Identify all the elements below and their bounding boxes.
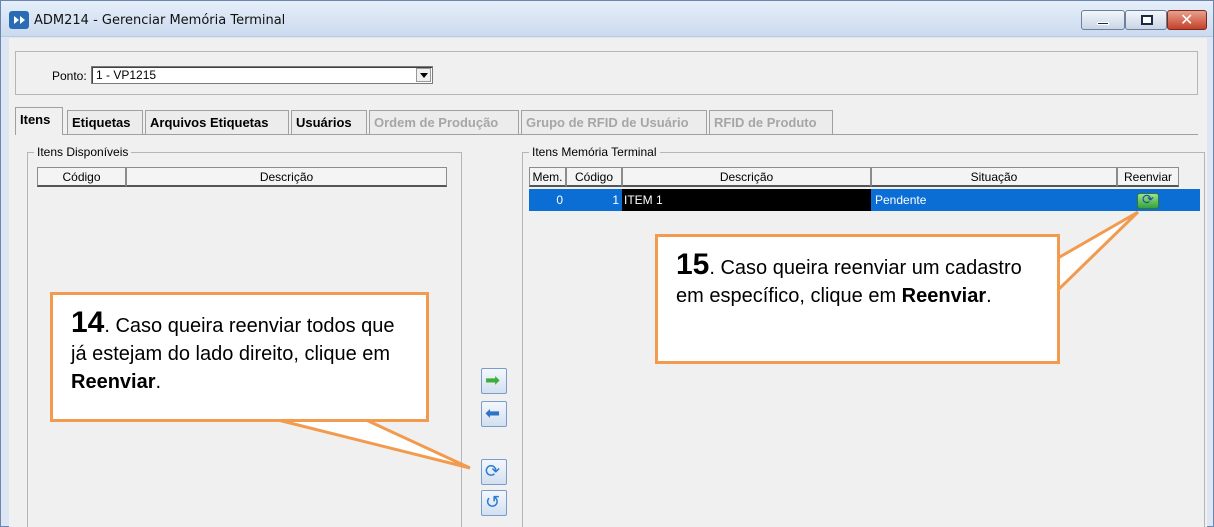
resend-all-button[interactable]: ⟳ [481, 459, 507, 485]
arrow-right-icon: ➡ [485, 370, 501, 391]
available-items-title: Itens Disponíveis [34, 145, 132, 159]
tab-itens[interactable]: Itens [15, 107, 63, 135]
arrow-left-icon: ⬅ [485, 403, 501, 424]
maximize-icon [1141, 15, 1153, 25]
ponto-select-value: 1 - VP1215 [96, 68, 157, 82]
add-button[interactable]: ➡ [481, 368, 507, 394]
cell-mem: 0 [556, 193, 563, 207]
remove-button[interactable]: ⬅ [481, 401, 507, 427]
cell-codigo: 1 [612, 193, 619, 207]
callout-14-bold: Reenviar [71, 371, 156, 393]
tab-divider [15, 134, 1198, 135]
column-header-descricao[interactable]: Descrição [126, 167, 447, 187]
window-title: ADM214 - Gerenciar Memória Terminal [34, 13, 286, 28]
column-header-situacao[interactable]: Situação [871, 167, 1117, 187]
return-icon: ↺ [485, 492, 501, 513]
ponto-select[interactable]: 1 - VP1215 [91, 66, 433, 84]
chevron-down-icon[interactable] [416, 68, 431, 82]
column-header-codigo[interactable]: Código [566, 167, 622, 187]
close-button[interactable]: ✕ [1167, 10, 1207, 30]
tab-ordem-de-producao: Ordem de Produção [369, 110, 519, 134]
tab-usuarios[interactable]: Usuários [291, 110, 367, 134]
minimize-icon [1097, 22, 1109, 25]
callout-14: 14. Caso queira reenviar todos que já es… [50, 292, 429, 422]
callout-14-number: 14 [71, 306, 105, 339]
minimize-button[interactable] [1081, 10, 1125, 30]
title-bar: ADM214 - Gerenciar Memória Terminal ✕ [1, 1, 1213, 37]
callout-15: 15. Caso queira reenviar um cadastro em … [655, 234, 1060, 364]
terminal-items-title: Itens Memória Terminal [529, 145, 660, 159]
maximize-button[interactable] [1125, 10, 1167, 30]
column-header-codigo[interactable]: Código [37, 167, 126, 187]
column-header-descricao[interactable]: Descrição [622, 167, 871, 187]
callout-15-bold: Reenviar [901, 285, 987, 307]
resend-icon[interactable] [1137, 192, 1159, 209]
column-header-mem[interactable]: Mem. [529, 167, 566, 187]
tab-etiquetas[interactable]: Etiquetas [67, 110, 143, 134]
tab-grupo-rfid-usuario: Grupo de RFID de Usuário [521, 110, 707, 134]
tab-rfid-produto: RFID de Produto [709, 110, 833, 134]
return-button[interactable]: ↺ [481, 490, 507, 516]
table-row[interactable]: 0 1 ITEM 1 Pendente [529, 189, 1200, 211]
cell-situacao: Pendente [875, 193, 927, 207]
column-header-reenviar[interactable]: Reenviar [1117, 167, 1179, 187]
sync-icon: ⟳ [485, 461, 501, 482]
app-logo-icon [9, 11, 29, 29]
callout-15-end: . [986, 285, 992, 307]
cell-descricao: ITEM 1 [622, 189, 871, 211]
callout-15-number: 15 [676, 248, 710, 281]
tab-arquivos-etiquetas[interactable]: Arquivos Etiquetas [145, 110, 289, 134]
ponto-label: Ponto: [52, 69, 87, 83]
close-icon: ✕ [1180, 10, 1194, 29]
callout-14-end: . [155, 371, 162, 393]
callout-14-text: . Caso queira reenviar todos que já este… [71, 315, 395, 365]
